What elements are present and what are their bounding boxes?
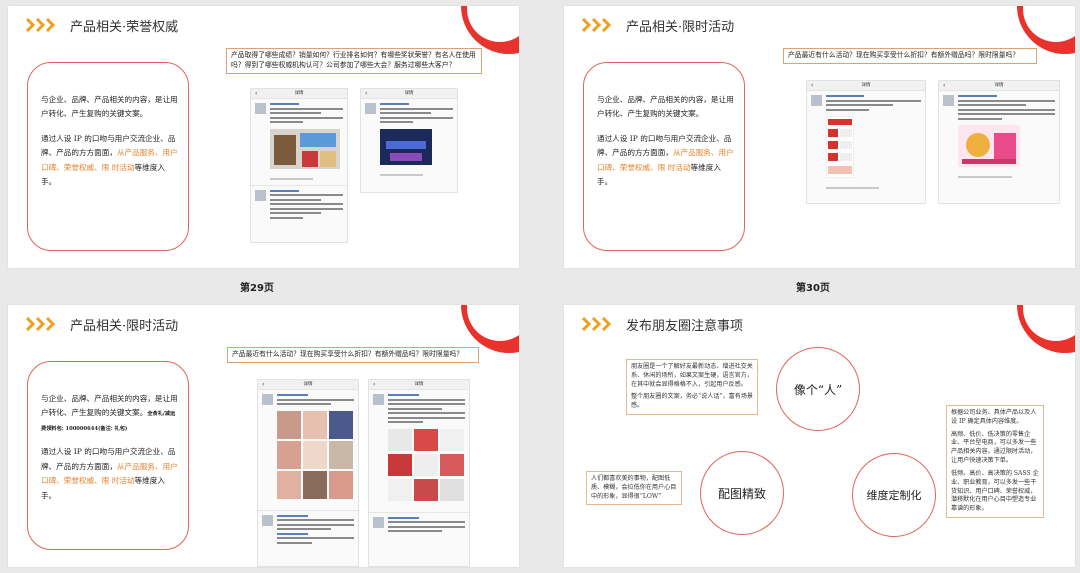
slide-title: 发布朋友圈注意事项	[626, 319, 744, 334]
content-card: 与企业、品牌、产品相关的内容，是让用户转化、产生复购的关键文案。 通过人设 IP…	[583, 62, 745, 251]
card-paragraph-2: 通过人设 IP 的口吻与用户交流企业、品牌、产品的方方面面，从产品服务、用户口碑…	[41, 447, 178, 500]
phone-screenshot-left: ‹ 详情	[806, 80, 926, 204]
post-image	[380, 128, 432, 165]
chevrons-icon	[26, 18, 56, 32]
content-card: 与企业、品牌、产品相关的内容，是让用户转化、产生复购的关键文案。 通过人设 IP…	[27, 62, 189, 251]
phone-screenshot-right: ‹ 详情	[368, 379, 470, 567]
slide-30: 产品相关·限时活动 与企业、品牌、产品相关的内容，是让用户转化、产生复购的关键文…	[564, 6, 1075, 268]
slide-29: 产品相关·荣誉权威 与企业、品牌、产品相关的内容，是让用户转化、产生复购的关键文…	[8, 6, 519, 268]
slide-title: 产品相关·限时活动	[70, 319, 179, 334]
post-image-grid	[388, 428, 464, 501]
note-custom: 根据公司业务、具体产品以及人设 IP 确定具体内容维度。 高频、低价、低决策的零…	[946, 405, 1044, 519]
slide-title: 产品相关·限时活动	[626, 20, 735, 35]
note-human: 朋友圈是一个了解好友最新动态、增进社交关系、休闲的场所，如果文案生硬，语言官方，…	[626, 359, 758, 416]
phone-screenshot-left: ‹ 详情	[250, 88, 348, 243]
card-paragraph-2: 通过人设 IP 的口吻与用户交流企业、品牌、产品的方方面面，从产品服务、用户口碑…	[41, 133, 178, 187]
bubble-image: 配图精致	[700, 451, 784, 535]
page-number: 第30页	[796, 283, 830, 294]
chevrons-icon	[26, 317, 56, 331]
page-number: 第29页	[240, 283, 274, 294]
slide-31: 产品相关·限时活动 与企业、品牌、产品相关的内容，是让用户转化、产生复购的关键文…	[8, 305, 519, 567]
bubble-custom: 维度定制化	[852, 453, 936, 537]
phone-screenshot-right: ‹ 详情	[360, 88, 458, 193]
phone-screenshot-right: ‹ 详情	[938, 80, 1060, 204]
card-paragraph-1: 与企业、品牌、产品相关的内容，是让用户转化、产生复购的关键文案。	[41, 95, 178, 119]
card-paragraph-1: 与企业、品牌、产品相关的内容，是让用户转化、产生复购的关键文案。	[597, 95, 734, 119]
slide-32: 发布朋友圈注意事项 朋友圈是一个了解好友最新动态、增进社交关系、休闲的场所，如果…	[564, 305, 1075, 567]
card-paragraph-2: 通过人设 IP 的口吻与用户交流企业、品牌、产品的方方面面，从产品服务、用户口碑…	[597, 133, 734, 187]
slide-title: 产品相关·荣誉权威	[70, 20, 179, 35]
phone-screenshot-left: ‹ 详情	[257, 379, 359, 567]
card-paragraph-1: 与企业、品牌、产品相关的内容，是让用户转化、产生复购的关键文案。全食礼/减运费领…	[41, 394, 178, 432]
bubble-human: 像个“人”	[776, 347, 860, 431]
post-image	[958, 125, 1020, 167]
post-image	[825, 115, 855, 179]
question-box: 产品最近有什么活动？现在购买享受什么折扣？有额外赠品吗？限时限量吗？	[783, 48, 1037, 64]
note-image: 人们都喜欢美的事物，配图低质、模糊，会拉低你在用户心目中的形象，显得很“LOW”	[586, 471, 682, 506]
question-box: 产品取得了哪些成绩？销量如何？行业排名如何？有哪些奖状荣誉？有名人在使用吗？得到…	[226, 48, 482, 74]
post-image	[270, 128, 340, 169]
content-card: 与企业、品牌、产品相关的内容，是让用户转化、产生复购的关键文案。全食礼/减运费领…	[27, 361, 189, 550]
chevrons-icon	[582, 317, 612, 331]
post-image-grid	[277, 410, 353, 499]
chevrons-icon	[582, 18, 612, 32]
question-box: 产品最近有什么活动？现在购买享受什么折扣？有额外赠品吗？限时限量吗？	[227, 347, 479, 363]
